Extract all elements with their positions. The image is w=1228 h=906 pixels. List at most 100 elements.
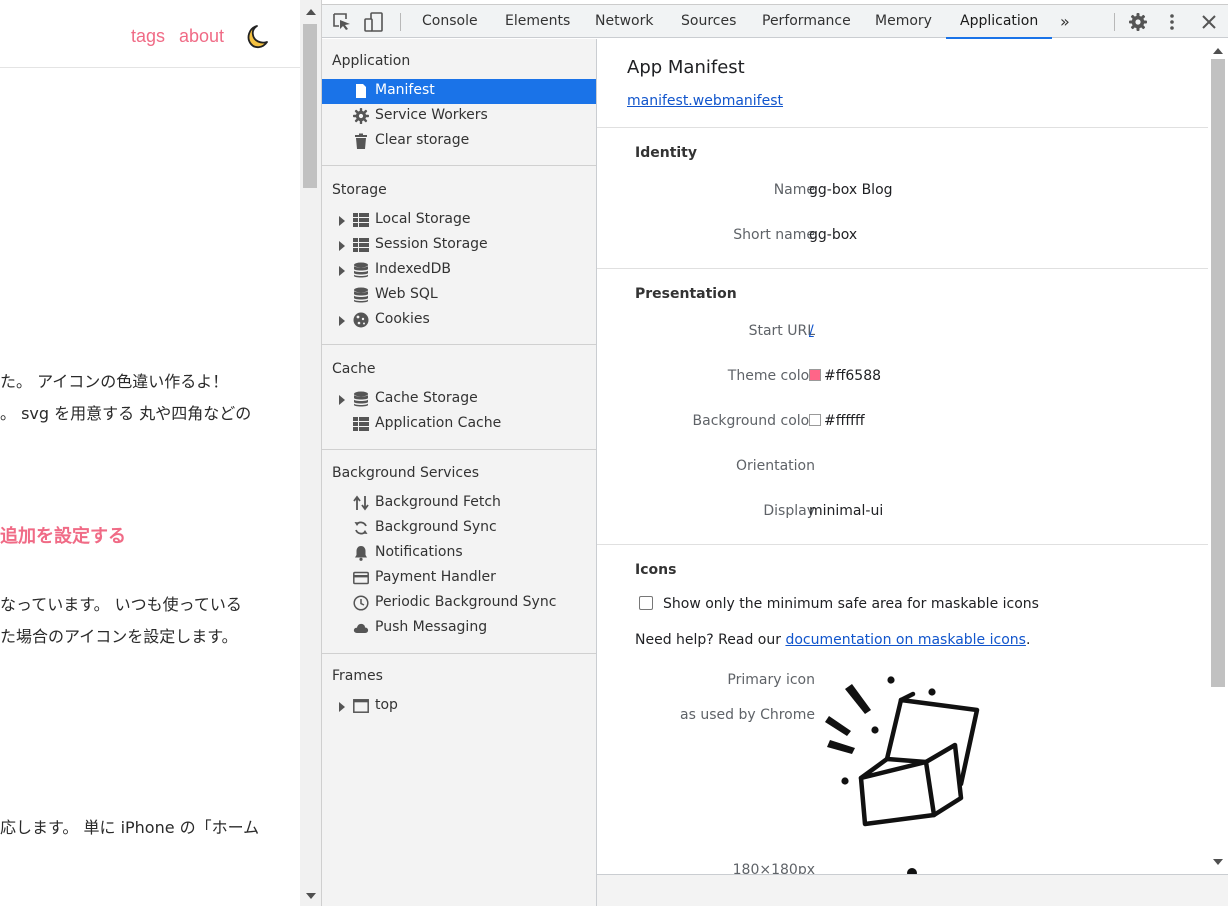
close-devtools-icon[interactable] [1200,12,1218,32]
page-scrollbar[interactable] [300,0,322,906]
clock-icon [353,595,369,611]
sidebar-section-application: Application [332,53,411,69]
maskable-option[interactable]: Show only the minimum safe area for mask… [639,596,1039,612]
sidebar-item-label: Manifest [375,82,435,98]
maskable-checkbox[interactable] [639,596,653,610]
theme-color-value: #ff6588 [809,368,881,384]
sidebar-divider [322,344,596,345]
sidebar-item-application-cache[interactable]: Application Cache [322,412,596,437]
cookie-icon [353,312,369,328]
expand-arrow-icon[interactable] [339,241,345,251]
sidebar-section-background-services: Background Services [332,465,480,481]
expand-arrow-icon[interactable] [339,266,345,276]
short-name-value: gg-box [809,227,858,243]
sidebar-item-cookies[interactable]: Cookies [322,308,596,333]
device-toolbar-icon[interactable] [364,12,384,32]
sidebar-item-background-sync[interactable]: Background Sync [322,516,596,541]
icons-section-title: Icons [635,562,677,578]
sidebar-item-label: Notifications [375,544,463,560]
sidebar-item-indexeddb[interactable]: IndexedDB [322,258,596,283]
sidebar-item-push-messaging[interactable]: Push Messaging [322,616,596,641]
maskable-help: Need help? Read our documentation on mas… [635,632,1030,648]
scroll-up-arrow-icon[interactable] [306,9,316,15]
sidebar-item-label: Web SQL [375,286,438,302]
blog-paragraph-line: 。 svg を用意する 丸や四角などの [0,404,252,423]
manifest-file-link[interactable]: manifest.webmanifest [627,93,783,109]
maskable-checkbox-label: Show only the minimum safe area for mask… [663,596,1039,612]
scroll-down-arrow-icon[interactable] [1213,859,1223,865]
blog-paragraph-line: た。 アイコンの色違い作るよ！ [0,372,229,391]
expand-arrow-icon[interactable] [339,316,345,326]
cloud-icon [353,623,369,633]
maskable-docs-link[interactable]: documentation on maskable icons [785,632,1025,648]
sidebar-item-session-storage[interactable]: Session Storage [322,233,596,258]
identity-section-title: Identity [635,145,698,161]
tab-sources[interactable]: Sources [681,5,736,38]
scrollbar-thumb[interactable] [1211,59,1225,687]
section-divider [597,127,1208,128]
settings-gear-icon[interactable] [1128,12,1148,32]
background-color-label: Background color [692,413,815,429]
tab-elements[interactable]: Elements [505,5,570,38]
blog-header: tags about [0,0,300,68]
background-color-swatch [809,414,821,426]
start-url-label: Start URL [748,323,815,339]
sidebar-item-label: top [375,697,398,713]
name-value: gg-box Blog [809,182,893,198]
sidebar-item-web-sql[interactable]: Web SQL [322,283,596,308]
sidebar-item-payment-handler[interactable]: Payment Handler [322,566,596,591]
sidebar-item-label: IndexedDB [375,261,451,277]
sidebar-item-service-workers[interactable]: Service Workers [322,104,596,129]
blog-section-heading: 追加を設定する [0,526,126,547]
tab-network[interactable]: Network [595,5,653,38]
frame-window-icon [353,699,369,713]
short-name-label: Short name [733,227,815,243]
scroll-up-arrow-icon[interactable] [1213,48,1223,54]
content-scrollbar[interactable] [1208,39,1228,874]
sidebar-item-background-fetch[interactable]: Background Fetch [322,491,596,516]
devtools-toolbar: Console Elements Network Sources Perform… [322,4,1228,39]
blog-page: tags about た。 アイコンの色違い作るよ！ 。 svg を用意する 丸… [0,0,300,906]
toolbar-separator [400,13,401,31]
tab-console[interactable]: Console [422,5,478,38]
start-url-link[interactable]: / [809,323,814,339]
sidebar-item-notifications[interactable]: Notifications [322,541,596,566]
nav-about-link[interactable]: about [179,26,224,47]
sidebar-item-manifest[interactable]: Manifest [322,79,596,104]
sidebar-item-clear-storage[interactable]: Clear storage [322,129,596,154]
nav-tags-link[interactable]: tags [131,26,165,47]
database-icon [354,262,368,278]
sidebar-divider [322,653,596,654]
sidebar-section-cache: Cache [332,361,376,377]
expand-arrow-icon[interactable] [339,395,345,405]
tab-application[interactable]: Application [945,5,1053,39]
display-label: Display [763,503,815,519]
sync-icon [354,521,368,535]
sidebar-item-label: Local Storage [375,211,471,227]
expand-arrow-icon[interactable] [339,702,345,712]
bell-icon [355,546,367,561]
sidebar-item-cache-storage[interactable]: Cache Storage [322,387,596,412]
moon-icon[interactable] [241,24,269,50]
credit-card-icon [353,571,369,585]
sidebar-item-frame-top[interactable]: top [322,694,596,719]
more-options-icon[interactable] [1168,12,1176,32]
inspect-element-icon[interactable] [332,12,352,32]
background-color-text: #ffffff [824,413,865,429]
sidebar-item-label: Periodic Background Sync [375,594,557,610]
section-divider [597,544,1208,545]
gear-icon [353,108,369,124]
sidebar-item-label: Payment Handler [375,569,496,585]
page-title: App Manifest [627,57,745,78]
scrollbar-thumb[interactable] [303,24,317,188]
sidebar-item-label: Clear storage [375,132,470,148]
sidebar-item-local-storage[interactable]: Local Storage [322,208,596,233]
table-grid-icon [353,213,369,227]
more-tabs-icon[interactable]: » [1060,12,1070,31]
sidebar-item-periodic-background-sync[interactable]: Periodic Background Sync [322,591,596,616]
tab-performance[interactable]: Performance [762,5,851,38]
sidebar-item-label: Session Storage [375,236,488,252]
scroll-down-arrow-icon[interactable] [306,893,316,899]
expand-arrow-icon[interactable] [339,216,345,226]
tab-memory[interactable]: Memory [875,5,932,38]
